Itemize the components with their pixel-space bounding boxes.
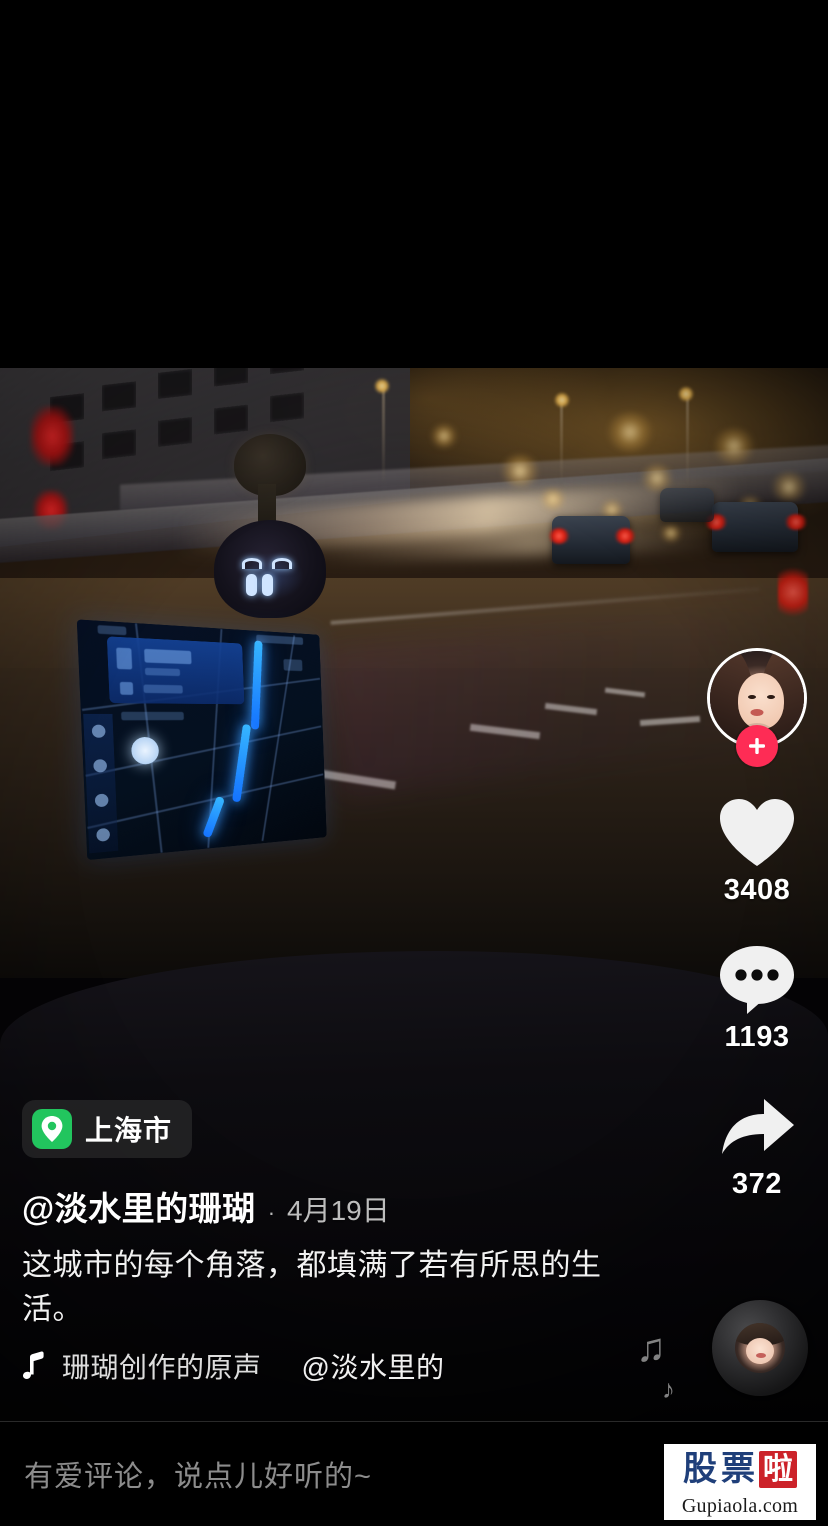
comment-button[interactable]: 1193 [714, 941, 800, 1054]
author-avatar-button[interactable] [707, 648, 807, 767]
dashboard-toy [196, 434, 336, 618]
author-handle[interactable]: @淡水里的珊瑚 [22, 1182, 256, 1230]
location-badge[interactable]: 上海市 [22, 1100, 193, 1159]
video-caption: 这城市的每个角落，都填满了若有所思的生活。 [22, 1249, 602, 1327]
music-note-floating-icon: ♪ [662, 1374, 675, 1404]
music-disc-button[interactable]: ♫ ♪ [636, 1300, 808, 1404]
car-navigation-display [76, 619, 327, 861]
heart-icon [714, 794, 800, 872]
comment-bubble-icon [714, 941, 800, 1019]
music-title-text: 珊瑚创作的原声 [62, 1352, 262, 1383]
share-count: 372 [732, 1168, 782, 1200]
plus-icon [749, 738, 765, 754]
album-cover [735, 1323, 785, 1373]
location-pin-icon [32, 1109, 72, 1150]
comment-count: 1193 [724, 1021, 790, 1053]
comment-input[interactable]: 有爱评论，说点儿好听的~ [24, 1453, 738, 1495]
video-info-overlay: 上海市 @淡水里的珊瑚 · 4月19日 这城市的每个角落，都填满了若有所思的生活… [22, 1100, 662, 1386]
separator-dot: · [267, 1200, 276, 1226]
watermark-char-3: 啦 [759, 1450, 797, 1488]
follow-button[interactable] [736, 725, 778, 767]
share-arrow-icon [714, 1088, 800, 1166]
watermark-url: Gupiaola.com [664, 1494, 816, 1520]
like-count: 3408 [723, 874, 791, 906]
music-attribution: @淡水里的 [301, 1352, 445, 1383]
publish-date: 4月19日 [287, 1195, 390, 1227]
author-row: @淡水里的珊瑚 · 4月19日 [22, 1182, 662, 1230]
like-button[interactable]: 3408 [714, 794, 800, 907]
share-button[interactable]: 372 [714, 1088, 800, 1201]
album-disc[interactable] [712, 1300, 808, 1396]
location-label: 上海市 [85, 1115, 173, 1147]
vehicle [660, 488, 714, 522]
music-info-row[interactable]: 珊瑚创作的原声 @淡水里的 [22, 1346, 462, 1386]
watermark-char-1: 股 [683, 1449, 717, 1489]
neon-sign [30, 406, 74, 466]
watermark-char-2: 票 [721, 1449, 755, 1489]
comment-bar: 有爱评论，说点儿好听的~ 股 票 啦 Gupiaola.com [0, 1422, 828, 1526]
action-rail: 3408 1193 372 [704, 648, 810, 1235]
top-letterbox [0, 0, 828, 368]
music-title: 珊瑚创作的原声 @淡水里的 [62, 1346, 444, 1386]
site-watermark: 股 票 啦 Gupiaola.com [664, 1444, 816, 1520]
music-note-icon [22, 1351, 48, 1381]
video-player-screen: 3408 1193 372 ♫ ♪ 上海市 @淡水里的珊瑚 · 4月19日 这城… [0, 0, 828, 1526]
